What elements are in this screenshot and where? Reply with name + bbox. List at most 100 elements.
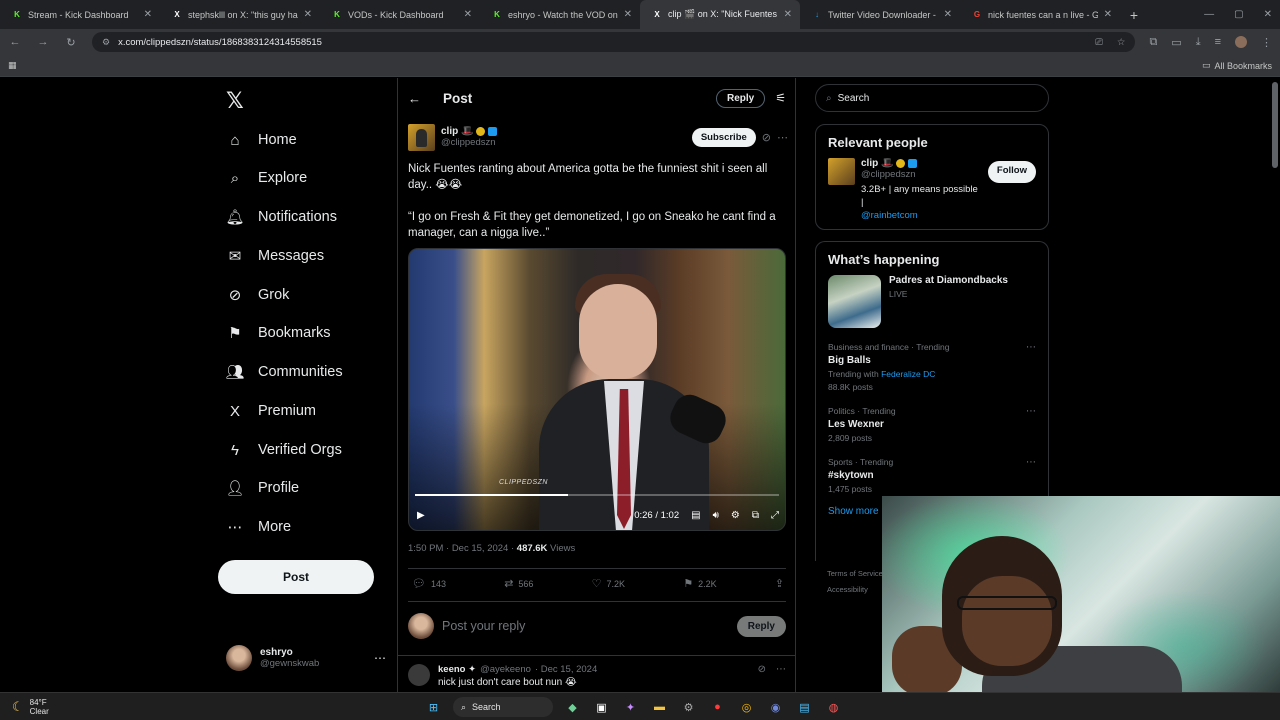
reply-author-name[interactable]: keeno ✦ — [438, 664, 476, 675]
nav-item-verified-orgs[interactable]: ϟ Verified Orgs — [226, 438, 342, 462]
author-name[interactable]: clip 🎩 — [441, 126, 473, 137]
apps-grid-icon[interactable]: ▦ — [8, 60, 17, 71]
extensions-icon[interactable]: ⧉ — [1149, 36, 1157, 49]
nav-item-communities[interactable]: 👥︎ Communities — [225, 360, 342, 384]
play-icon[interactable]: ▶ — [417, 510, 425, 521]
browser-tab[interactable]: K VODs - Kick Dashboard ✕ — [320, 0, 480, 29]
chrome-icon[interactable]: ◎ — [737, 698, 756, 717]
repost-action[interactable]: ⇄ 566 — [504, 577, 533, 590]
browser-tab[interactable]: K Stream - Kick Dashboard ✕ — [0, 0, 160, 29]
copilot-icon[interactable]: ✦ — [621, 698, 640, 717]
like-action[interactable]: ♡ 7.2K — [592, 577, 625, 590]
nav-item-profile[interactable]: 👤︎ Profile — [225, 476, 299, 500]
browser-tab[interactable]: ↓ Twitter Video Downloader - Do ✕ — [800, 0, 960, 29]
bookmark-action[interactable]: ⚑ 2.2K — [683, 577, 716, 590]
pip-icon[interactable]: ⧉ — [752, 510, 759, 521]
browser-menu-icon[interactable]: ⋮ — [1261, 36, 1272, 49]
grok-icon[interactable]: ⊘ — [762, 131, 771, 144]
widgets-icon[interactable]: ◆ — [563, 698, 582, 717]
nav-item-premium[interactable]: X Premium — [226, 399, 316, 423]
video-progress-bar[interactable] — [415, 494, 779, 496]
post-button[interactable]: Post — [218, 560, 374, 594]
taskbar-search[interactable]: ⌕ Search — [453, 697, 553, 717]
task-view-icon[interactable]: ▣ — [592, 698, 611, 717]
trend-item[interactable]: Business and finance · Trending Big Balls… — [816, 342, 1048, 392]
volume-icon[interactable]: 🔊︎ — [713, 510, 719, 521]
profile-avatar[interactable] — [1235, 36, 1247, 48]
captions-icon[interactable]: ▤ — [691, 510, 700, 521]
all-bookmarks-button[interactable]: ▭ All Bookmarks — [1202, 60, 1272, 71]
more-dots-icon[interactable]: ⋯ — [776, 664, 786, 692]
media-player-icon[interactable]: ● — [708, 698, 727, 717]
download-icon[interactable]: ⤓ — [1196, 36, 1201, 49]
subscribe-button[interactable]: Subscribe — [691, 127, 756, 147]
close-tab-icon[interactable]: ✕ — [304, 9, 312, 20]
more-dots-icon[interactable]: ⋯ — [777, 131, 788, 144]
reply-submit-button[interactable]: Reply — [736, 615, 786, 637]
reply-header-button[interactable]: Reply — [716, 88, 766, 108]
forward-icon[interactable]: → — [36, 36, 50, 48]
nav-item-explore[interactable]: ⌕ Explore — [226, 166, 307, 190]
more-dots-icon[interactable]: ⋯ — [1026, 342, 1036, 353]
discord-icon[interactable]: ◉ — [766, 698, 785, 717]
settings-gear-icon[interactable]: ⚙ — [731, 510, 740, 521]
x-logo-icon[interactable]: 𝕏 — [226, 88, 244, 114]
new-tab-icon[interactable]: + — [1120, 7, 1148, 23]
close-tab-icon[interactable]: ✕ — [624, 9, 632, 20]
close-window-icon[interactable]: ✕ — [1264, 9, 1272, 20]
close-tab-icon[interactable]: ✕ — [144, 9, 152, 20]
obs-icon[interactable]: ◍ — [824, 698, 843, 717]
sidebar-icon[interactable]: ▭ — [1171, 36, 1181, 49]
author-handle[interactable]: @clippedszn — [441, 137, 497, 148]
tweet-timestamp[interactable]: 1:50 PM · Dec 15, 2024 · — [408, 543, 517, 554]
close-tab-icon[interactable]: ✕ — [784, 9, 792, 20]
grok-icon[interactable]: ⊘ — [758, 664, 766, 692]
browser-tab[interactable]: Keshryo - Watch the VOD on Ki ✕ — [480, 0, 640, 29]
relevant-person-handle[interactable]: @clippedszn — [861, 169, 982, 180]
terms-link[interactable]: Terms of Service — [827, 566, 883, 582]
nav-item-bookmarks[interactable]: ⚑ Bookmarks — [226, 321, 330, 345]
cast-icon[interactable]: ⎚ — [1095, 37, 1103, 48]
trend-related-link[interactable]: Federalize DC — [881, 369, 935, 379]
reading-list-icon[interactable]: ≡ — [1215, 36, 1221, 48]
search-input[interactable]: ⌕ Search — [815, 84, 1049, 112]
reply-avatar[interactable] — [408, 664, 430, 686]
close-tab-icon[interactable]: ✕ — [944, 9, 952, 20]
browser-tab[interactable]: Xclip 🎬 on X: "Nick Fuentes ran ✕ — [640, 0, 800, 29]
reply-action[interactable]: 💬︎ 143 — [412, 577, 446, 590]
site-info-icon[interactable]: ⚙ — [102, 37, 110, 48]
reply-input[interactable]: Post your reply — [442, 619, 525, 633]
browser-tab[interactable]: Gnick fuentes can a n live - Goo ✕ — [960, 0, 1120, 29]
reply-item[interactable]: keeno ✦ @ayekeeno · Dec 15, 2024 nick ju… — [408, 664, 786, 692]
bio-link[interactable]: @rainbetcom — [861, 210, 918, 221]
nav-item-more[interactable]: ⋯ More — [226, 515, 292, 539]
browser-tab[interactable]: Xstephsklll on X: "this guy had h ✕ — [160, 0, 320, 29]
fullscreen-icon[interactable]: ⤢ — [771, 510, 779, 521]
maximize-icon[interactable]: ▢ — [1234, 9, 1243, 20]
minimize-icon[interactable]: — — [1204, 9, 1214, 20]
url-field[interactable]: ⚙ x.com/clippedszn/status/18683831243145… — [92, 32, 1136, 52]
bookmark-star-icon[interactable]: ☆ — [1117, 37, 1126, 48]
relevant-person-avatar[interactable] — [828, 158, 855, 185]
follow-button[interactable]: Follow — [987, 161, 1036, 183]
windows-start-icon[interactable]: ⊞ — [424, 698, 443, 717]
file-explorer-icon[interactable]: ▬ — [650, 698, 669, 717]
back-icon[interactable]: ← — [8, 36, 22, 48]
nav-item-grok[interactable]: ⊘ Grok — [226, 283, 290, 307]
more-dots-icon[interactable]: ⋯ — [1026, 457, 1036, 468]
trend-item[interactable]: Politics · Trending Les Wexner 2,809 posts… — [816, 406, 1048, 443]
page-scrollbar[interactable] — [1272, 82, 1278, 168]
account-switcher[interactable]: eshryo @gewnskwab ⋯ — [226, 642, 386, 674]
more-dots-icon[interactable]: ⋯ — [1026, 406, 1036, 417]
more-dots-icon[interactable]: ⋯ — [374, 651, 386, 665]
settings-icon[interactable]: ⚙ — [679, 698, 698, 717]
notepad-icon[interactable]: ▤ — [795, 698, 814, 717]
share-action[interactable]: ⇪ — [775, 577, 784, 590]
video-player[interactable]: CLIPPEDSZN ▶ 0:26 / 1:02 ▤ 🔊︎ ⚙ ⧉ ⤢ — [408, 248, 786, 531]
nav-item-notifications[interactable]: 🔔︎ Notifications — [225, 205, 337, 229]
close-tab-icon[interactable]: ✕ — [464, 9, 472, 20]
back-arrow-icon[interactable]: ← — [408, 91, 421, 106]
close-tab-icon[interactable]: ✕ — [1104, 9, 1112, 20]
happening-event[interactable]: Padres at Diamondbacks LIVE — [816, 275, 1048, 328]
nav-item-messages[interactable]: ✉ Messages — [226, 244, 324, 268]
